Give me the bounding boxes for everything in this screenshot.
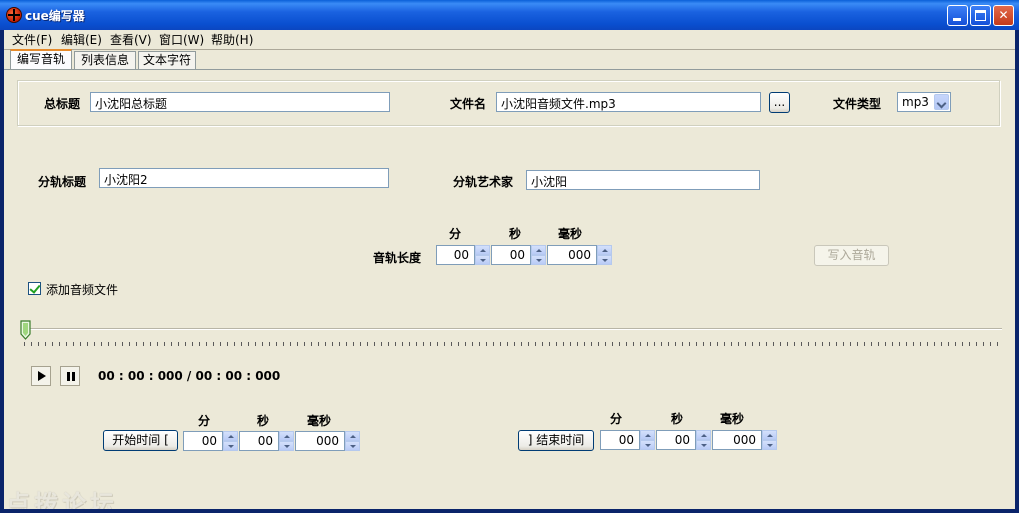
length-min-unit: 分 [449,227,462,241]
start-sec-stepper[interactable] [279,431,294,451]
spin-down-icon[interactable] [696,440,711,450]
length-min-stepper[interactable] [475,245,490,265]
spin-up-icon[interactable] [345,431,360,441]
end-sec-stepper[interactable] [696,430,711,450]
browse-button[interactable]: ... [769,92,790,113]
tab-edit-track[interactable]: 编写音轨 [10,49,72,69]
file-name-label: 文件名 [450,97,487,111]
menu-window[interactable]: 窗口(W) [159,31,204,48]
menu-edit[interactable]: 编辑(E) [61,31,102,48]
length-sec-stepper[interactable] [531,245,546,265]
length-sec-unit: 秒 [509,227,522,241]
file-type-value: mp3 [902,95,929,109]
spin-up-icon[interactable] [279,431,294,441]
album-title-label: 总标题 [44,97,81,111]
spin-down-icon[interactable] [345,441,360,451]
menu-separator [4,49,1015,50]
tab-border [4,69,1015,70]
seek-thumb[interactable] [20,320,31,340]
start-ms-input[interactable]: 000 [295,431,345,451]
track-artist-label: 分轨艺术家 [453,175,514,189]
spin-down-icon[interactable] [223,441,238,451]
spin-down-icon[interactable] [531,255,546,265]
close-icon: ✕ [998,8,1009,22]
start-min-unit: 分 [198,414,211,428]
minimize-icon [953,18,961,21]
pause-button[interactable] [60,366,80,386]
end-sec-input[interactable]: 00 [656,430,696,450]
chevron-down-icon[interactable] [934,94,949,110]
start-time-button[interactable]: 开始时间 [ [103,430,178,451]
album-title-input[interactable]: 小沈阳总标题 [90,92,390,112]
start-sec-input[interactable]: 00 [239,431,279,451]
window-title: cue编写器 [25,9,85,23]
end-min-input[interactable]: 00 [600,430,640,450]
spin-up-icon[interactable] [531,245,546,255]
spin-down-icon[interactable] [640,440,655,450]
file-name-input[interactable]: 小沈阳音频文件.mp3 [496,92,761,112]
spin-up-icon[interactable] [696,430,711,440]
length-ms-stepper[interactable] [597,245,612,265]
spin-down-icon[interactable] [475,255,490,265]
title-bar[interactable]: cue编写器 ✕ [0,0,1019,30]
track-title-input[interactable]: 小沈阳2 [99,168,389,188]
spin-up-icon[interactable] [223,431,238,441]
length-sec-input[interactable]: 00 [491,245,531,265]
minimize-button[interactable] [947,5,968,26]
file-type-label: 文件类型 [833,97,882,111]
end-min-unit: 分 [610,412,623,426]
spin-up-icon[interactable] [640,430,655,440]
maximize-button[interactable] [970,5,991,26]
spin-up-icon[interactable] [597,245,612,255]
maximize-icon [975,10,986,21]
watermark-text: 点拨论坛 [6,489,118,509]
spin-up-icon[interactable] [762,430,777,440]
tab-list-info[interactable]: 列表信息 [74,51,136,69]
end-sec-unit: 秒 [671,412,684,426]
menu-bar: 文件(F) 编辑(E) 查看(V) 窗口(W) 帮助(H) [4,30,1015,48]
tab-text-chars[interactable]: 文本字符 [138,51,196,69]
close-button[interactable]: ✕ [993,5,1014,26]
spin-down-icon[interactable] [279,441,294,451]
menu-file[interactable]: 文件(F) [12,31,52,48]
start-min-input[interactable]: 00 [183,431,223,451]
track-title-label: 分轨标题 [38,175,87,189]
playback-timecode: 00 : 00 : 000 / 00 : 00 : 000 [98,369,281,383]
end-min-stepper[interactable] [640,430,655,450]
client-area: 文件(F) 编辑(E) 查看(V) 窗口(W) 帮助(H) 编写音轨 列表信息 … [4,30,1015,509]
start-min-stepper[interactable] [223,431,238,451]
play-button[interactable] [31,366,51,386]
track-artist-input[interactable]: 小沈阳 [526,170,760,190]
end-ms-input[interactable]: 000 [712,430,762,450]
length-ms-unit: 毫秒 [558,227,583,241]
end-time-button[interactable]: ] 结束时间 [518,430,594,451]
app-window: cue编写器 ✕ 文件(F) 编辑(E) 查看(V) 窗口(W) 帮助(H) 编… [0,0,1019,513]
add-audio-checkbox[interactable] [28,282,41,295]
spin-down-icon[interactable] [597,255,612,265]
spin-down-icon[interactable] [762,440,777,450]
write-track-button[interactable]: 写入音轨 [814,245,889,266]
length-min-input[interactable]: 00 [436,245,475,265]
menu-view[interactable]: 查看(V) [110,31,152,48]
spin-up-icon[interactable] [475,245,490,255]
add-audio-label: 添加音频文件 [46,283,119,297]
seek-track[interactable] [24,328,1002,330]
app-icon [6,7,22,23]
start-ms-unit: 毫秒 [307,414,332,428]
length-ms-input[interactable]: 000 [547,245,597,265]
menu-help[interactable]: 帮助(H) [211,31,253,48]
start-sec-unit: 秒 [257,414,270,428]
end-ms-unit: 毫秒 [720,412,745,426]
file-type-select[interactable]: mp3 [897,92,951,112]
end-ms-stepper[interactable] [762,430,777,450]
track-length-label: 音轨长度 [373,251,422,265]
start-ms-stepper[interactable] [345,431,360,451]
seek-ticks [24,342,1002,346]
